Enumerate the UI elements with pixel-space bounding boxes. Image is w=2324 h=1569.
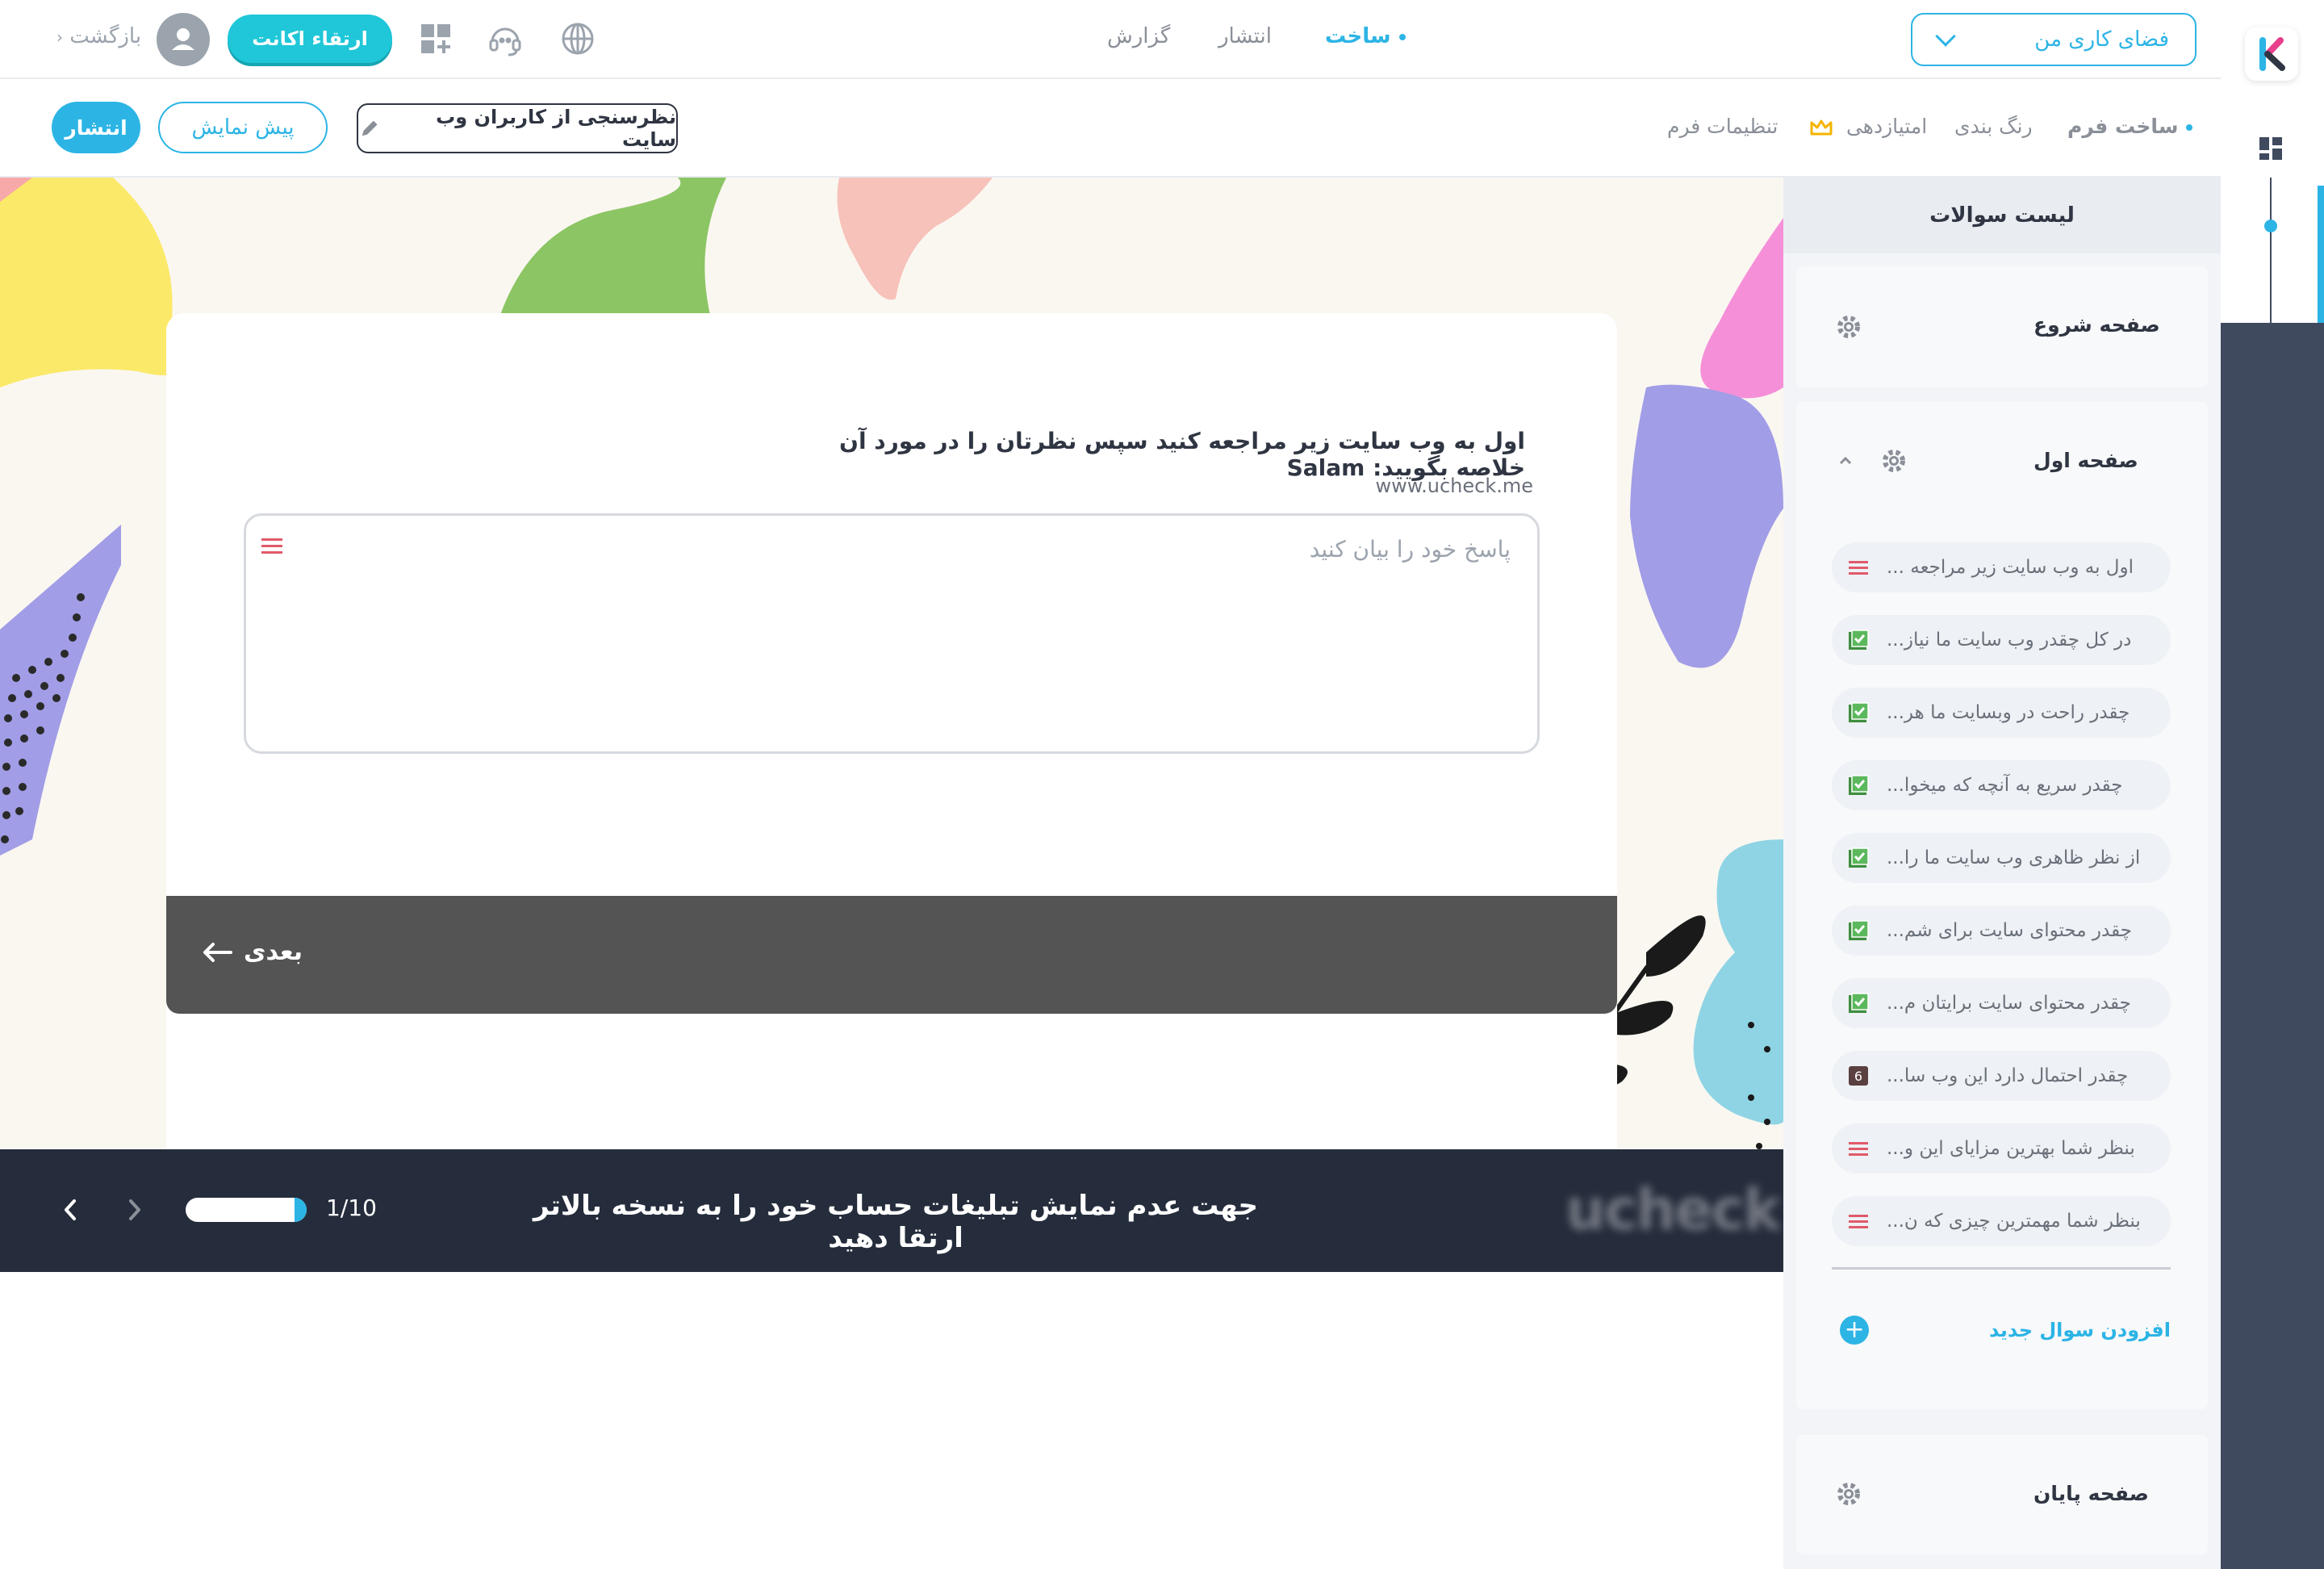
text-lines-icon xyxy=(1848,1138,1869,1159)
question-item-label: چقدر محتوای سایت برایتان م... xyxy=(1887,993,2131,1014)
number-six-icon: 6 xyxy=(1848,1065,1869,1086)
check-square-icon xyxy=(1848,775,1869,796)
end-page-title: صفحه پایان xyxy=(2034,1482,2149,1505)
tab-colors[interactable]: رنگ بندی xyxy=(1954,115,2033,138)
question-item-label: چقدر محتوای سایت برای شم... xyxy=(1887,920,2132,941)
upgrade-account-button[interactable]: ارتقاء اکانت xyxy=(228,15,392,63)
divider xyxy=(1832,1267,2171,1270)
question-item[interactable]: چقدر محتوای سایت برایتان م... xyxy=(1832,978,2171,1028)
gear-icon[interactable] xyxy=(1880,447,1908,475)
question-item-label: اول به وب سایت زیر مراجعه ... xyxy=(1887,557,2134,578)
gear-icon[interactable] xyxy=(1835,1480,1862,1508)
add-question-button[interactable]: افزودن سوال جدید + xyxy=(1840,1314,2171,1346)
question-item-label: بنظر شما بهترین مزایای این و... xyxy=(1887,1138,2135,1159)
chevron-left-icon[interactable] xyxy=(58,1198,82,1222)
chevron-right-icon[interactable] xyxy=(123,1198,147,1222)
active-dot xyxy=(1398,33,1406,40)
check-square-icon xyxy=(1848,630,1869,651)
question-item-label: در کل چقدر وب سایت ما نیاز... xyxy=(1887,630,2132,651)
crown-icon xyxy=(1810,119,1833,136)
question-item[interactable]: چقدر محتوای سایت برای شم... xyxy=(1832,906,2171,956)
progress-fill xyxy=(295,1198,307,1222)
nav-build-label: ساخت xyxy=(1325,24,1391,48)
check-square-icon xyxy=(1848,702,1869,723)
progress-bar xyxy=(186,1198,307,1222)
rail-indicator xyxy=(2264,220,2277,232)
question-item[interactable]: اول به وب سایت زیر مراجعه ... xyxy=(1832,542,2171,592)
pencil-icon xyxy=(362,120,378,136)
tab-form-settings-label: تنظیمات فرم xyxy=(1667,115,1779,138)
gear-icon[interactable] xyxy=(1835,313,1862,341)
next-button[interactable]: بعدی xyxy=(202,938,303,966)
check-square-icon xyxy=(1848,993,1869,1014)
text-lines-icon xyxy=(1848,557,1869,578)
back-label: بازگشت xyxy=(69,24,142,48)
check-square-icon xyxy=(1848,920,1869,941)
chevron-up-icon[interactable] xyxy=(1838,454,1853,468)
add-widget-icon[interactable] xyxy=(418,21,454,56)
preview-button[interactable]: پیش نمایش xyxy=(158,102,328,153)
user-icon xyxy=(172,28,194,50)
next-bar xyxy=(166,896,1617,1014)
avatar[interactable] xyxy=(157,13,210,66)
rail-active-strip xyxy=(2318,186,2324,323)
globe-icon[interactable] xyxy=(560,21,596,56)
question-item-label: چقدر راحت در وبسایت ما هر... xyxy=(1887,702,2130,723)
tab-scoring[interactable]: امتیازدهی xyxy=(1809,115,1927,138)
question-panel-header: لیست سوالات xyxy=(1783,178,2221,253)
question-item-label: از نظر ظاهری وب سایت ما را... xyxy=(1887,847,2141,868)
nav-report[interactable]: گزارش xyxy=(1107,24,1170,48)
text-lines-icon xyxy=(260,536,284,557)
form-name-label: نظرسنجی از کاربران وب سایت xyxy=(436,106,676,151)
tab-form-build[interactable]: ساخت فرم xyxy=(2067,115,2193,138)
question-title: اول به وب سایت زیر مراجعه کنید سپس نظرتا… xyxy=(839,428,1525,481)
question-subtitle: www.ucheck.me xyxy=(1375,475,1533,497)
tab-scoring-label: امتیازدهی xyxy=(1845,115,1928,138)
question-item[interactable]: بنظر شما بهترین مزایای این و... xyxy=(1832,1123,2171,1174)
tab-form-build-label: ساخت فرم xyxy=(2067,115,2179,138)
publish-button[interactable]: انتشار xyxy=(52,102,140,153)
chevron-left-icon: ‹ xyxy=(56,27,63,47)
k-logo-icon xyxy=(2259,37,2285,71)
first-page-title: صفحه اول xyxy=(2034,449,2138,472)
nav-build[interactable]: ساخت xyxy=(1325,24,1406,48)
support-icon[interactable] xyxy=(487,21,523,56)
tab-colors-label: رنگ بندی xyxy=(1954,115,2033,138)
question-item-label: بنظر شما مهمترین چیزی که ن... xyxy=(1887,1211,2141,1232)
form-name-button[interactable]: نظرسنجی از کاربران وب سایت xyxy=(357,103,678,153)
start-page-title: صفحه شروع xyxy=(2034,313,2160,337)
text-lines-icon xyxy=(1848,1211,1869,1232)
workspace-select[interactable]: فضای کاری من xyxy=(1911,13,2197,66)
arrow-left-icon xyxy=(203,942,232,962)
nav-publish-label: انتشار xyxy=(1218,24,1272,48)
question-item[interactable]: بنظر شما مهمترین چیزی که ن... xyxy=(1832,1196,2171,1246)
chevron-down-icon xyxy=(1935,26,1956,47)
answer-placeholder: پاسخ خود را بیان کنید xyxy=(1309,536,1511,563)
tab-form-settings[interactable]: تنظیمات فرم xyxy=(1667,115,1778,138)
question-item[interactable]: در کل چقدر وب سایت ما نیاز... xyxy=(1832,615,2171,665)
question-item[interactable]: چقدر سریع به آنچه که میخوا... xyxy=(1832,760,2171,810)
back-link[interactable]: بازگشت ‹ xyxy=(56,24,141,48)
rail-line xyxy=(2270,178,2272,323)
ad-message: جهت عدم نمایش تبلیغات حساب خود را به نسخ… xyxy=(533,1190,1259,1254)
question-item[interactable]: چقدر راحت در وبسایت ما هر... xyxy=(1832,688,2171,738)
dashboard-icon[interactable] xyxy=(2258,136,2284,161)
question-item[interactable]: از نظر ظاهری وب سایت ما را... xyxy=(1832,833,2171,883)
next-label: بعدی xyxy=(244,938,303,966)
active-dot xyxy=(2186,124,2193,131)
workspace-label: فضای کاری من xyxy=(2034,27,2169,52)
add-question-label: افزودن سوال جدید xyxy=(1988,1319,2171,1341)
question-item[interactable]: چقدر احتمال دارد این وب سا... 6 xyxy=(1832,1051,2171,1101)
question-item-label: چقدر احتمال دارد این وب سا... xyxy=(1887,1065,2129,1086)
svg-text:6: 6 xyxy=(1854,1069,1862,1084)
page-count: 1/10 xyxy=(326,1195,377,1221)
nav-report-label: گزارش xyxy=(1107,24,1171,48)
ad-logo: ucheck xyxy=(1565,1177,1781,1243)
plus-icon: + xyxy=(1840,1316,1869,1345)
app-logo[interactable] xyxy=(2245,27,2298,81)
question-item-label: چقدر سریع به آنچه که میخوا... xyxy=(1887,775,2123,796)
check-square-icon xyxy=(1848,847,1869,868)
nav-publish[interactable]: انتشار xyxy=(1218,24,1272,48)
